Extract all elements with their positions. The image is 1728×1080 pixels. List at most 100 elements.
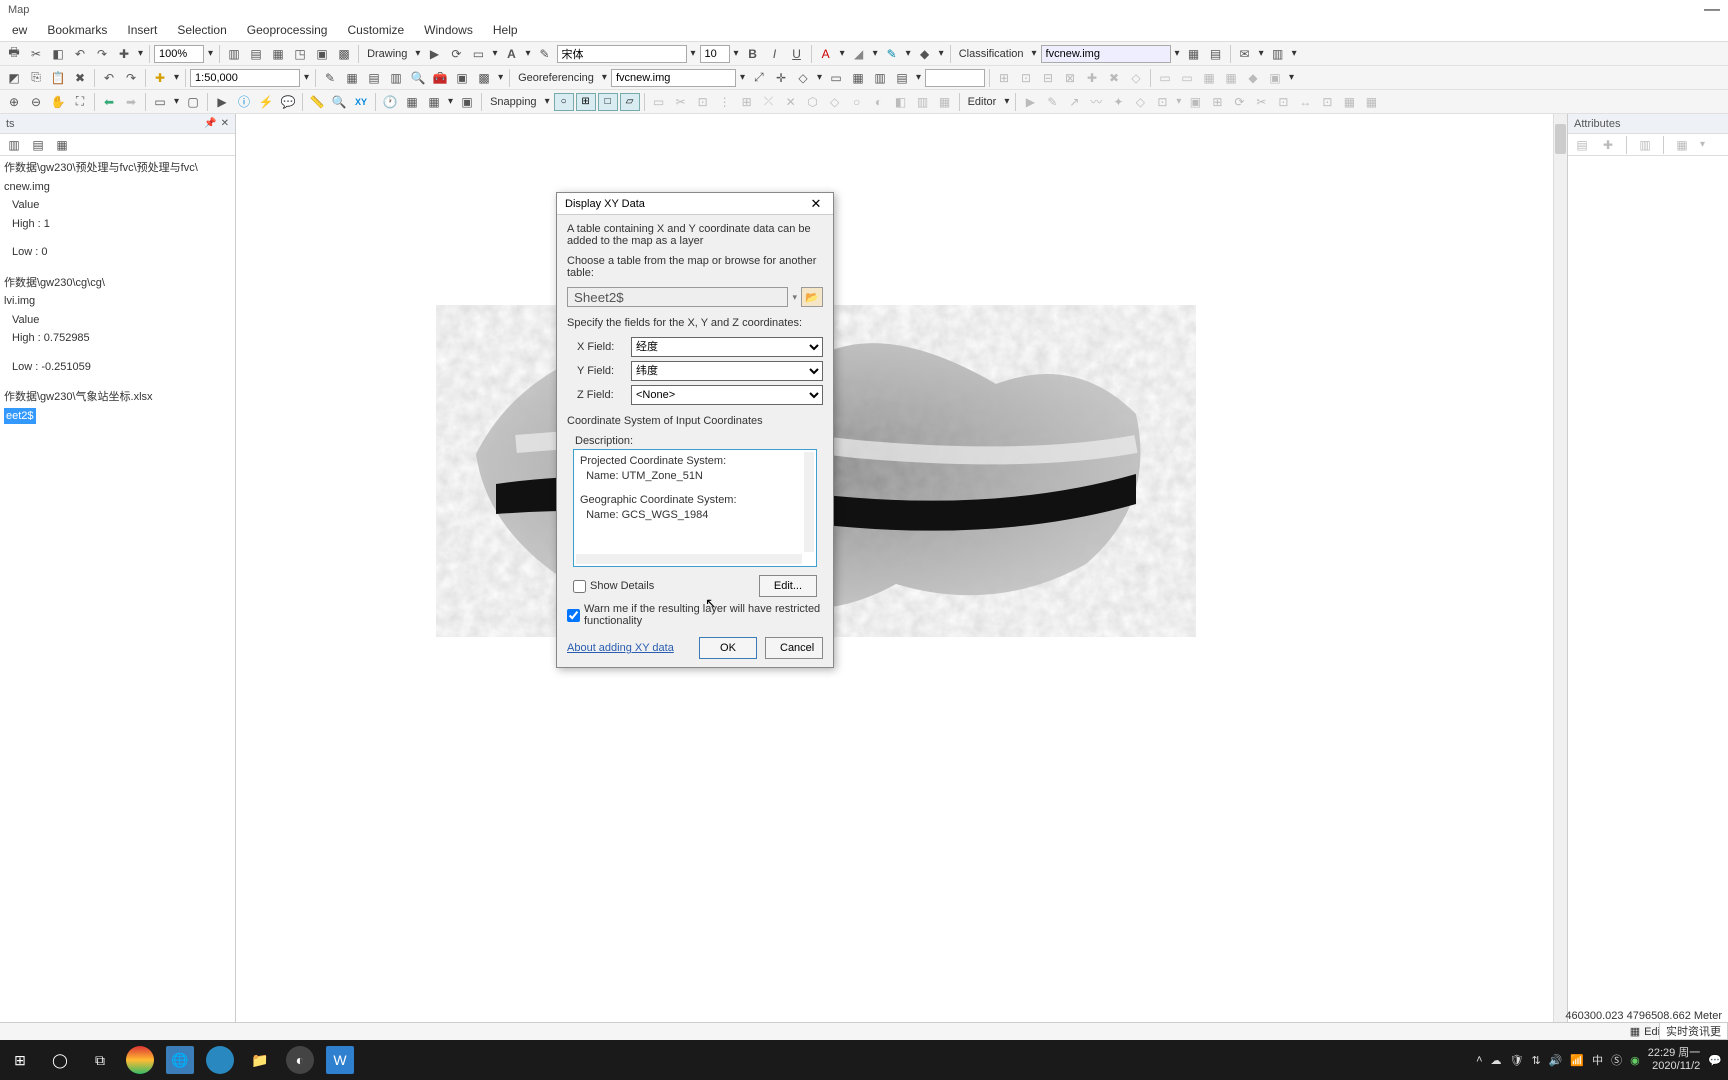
snapping-label[interactable]: Snapping — [486, 96, 541, 108]
drawing-label[interactable]: Drawing — [363, 48, 411, 60]
full-extent-icon[interactable]: ⛶ — [70, 92, 90, 112]
menu-view[interactable]: ew — [2, 20, 37, 41]
toc-path3[interactable]: 作数据\gw230\气象站坐标.xlsx — [4, 389, 231, 406]
python-icon[interactable]: ▣ — [452, 68, 472, 88]
et3-icon[interactable]: ⊡ — [693, 92, 713, 112]
select-features-icon[interactable]: ▭ — [150, 92, 170, 112]
et7-icon[interactable]: ✕ — [781, 92, 801, 112]
browse-button[interactable]: 📂 — [801, 287, 823, 307]
pointer-icon[interactable]: ▶ — [212, 92, 232, 112]
line-color-icon[interactable]: ✎ — [882, 44, 902, 64]
gt9-icon[interactable]: ▭ — [1177, 68, 1197, 88]
notification-icon[interactable]: 💬 — [1708, 1054, 1722, 1067]
cancel-button[interactable]: Cancel — [765, 637, 823, 659]
ed13-icon[interactable]: ↔ — [1295, 92, 1315, 112]
et14-icon[interactable]: ▦ — [935, 92, 955, 112]
geo-tool3-icon[interactable]: ◇ — [793, 68, 813, 88]
et1-icon[interactable]: ▭ — [649, 92, 669, 112]
ed4-icon[interactable]: 〰 — [1086, 92, 1106, 112]
gt2-icon[interactable]: ⊡ — [1016, 68, 1036, 88]
snap-vertex-icon[interactable]: □ — [598, 93, 618, 111]
overview-icon[interactable]: ▣ — [457, 92, 477, 112]
geo-tool4-icon[interactable]: ▭ — [826, 68, 846, 88]
chrome-icon[interactable] — [126, 1046, 154, 1074]
show-details-checkbox[interactable]: Show Details — [573, 580, 654, 593]
scale-input[interactable] — [190, 69, 300, 87]
system-tray[interactable]: ˄ ☁ 🛡 ⇅ 🔊 📶 中 Ⓢ ◉ 22:29 周一 2020/11/2 💬 — [1476, 1047, 1722, 1073]
gt3-icon[interactable]: ⊟ — [1038, 68, 1058, 88]
plus-icon[interactable]: ✚ — [114, 44, 134, 64]
list-by-drawing-icon[interactable]: ▥ — [4, 135, 24, 155]
classification-label[interactable]: Classification — [955, 48, 1028, 60]
toc-sheet-selected[interactable]: eet2$ — [4, 408, 36, 425]
y-field-select[interactable]: 纬度 — [631, 361, 823, 381]
drawing-dropdown-icon[interactable]: ▾ — [413, 48, 422, 59]
ed10-icon[interactable]: ⟳ — [1229, 92, 1249, 112]
z-field-select[interactable]: <None> — [631, 385, 823, 405]
ed9-icon[interactable]: ⊞ — [1207, 92, 1227, 112]
zoom-out-icon[interactable]: ⊖ — [26, 92, 46, 112]
font-color-icon[interactable]: A — [816, 44, 836, 64]
edit-button[interactable]: Edit... — [759, 575, 817, 597]
table-select[interactable] — [567, 287, 788, 307]
marker-color-icon[interactable]: ◆ — [915, 44, 935, 64]
edit-text-icon[interactable]: ✎ — [535, 44, 555, 64]
gt5-icon[interactable]: ✚ — [1082, 68, 1102, 88]
geo-tool6-icon[interactable]: ▥ — [870, 68, 890, 88]
text-icon[interactable]: A — [501, 44, 521, 64]
et12-icon[interactable]: ◧ — [891, 92, 911, 112]
menu-geoprocessing[interactable]: Geoprocessing — [237, 20, 338, 41]
toc-path1[interactable]: 作数据\gw230\预处理与fvc\预处理与fvc\ — [4, 160, 231, 177]
search-taskbar-icon[interactable]: ◯ — [46, 1046, 74, 1074]
zoom-input[interactable] — [154, 45, 204, 63]
snap-end-icon[interactable]: ⊞ — [576, 93, 596, 111]
rect-icon[interactable]: ▭ — [468, 44, 488, 64]
prev-extent-icon[interactable]: ⬅ — [99, 92, 119, 112]
desc-scrollbar-h[interactable] — [576, 554, 802, 564]
menu-customize[interactable]: Customize — [337, 20, 414, 41]
t2-icon-1[interactable]: ◩ — [4, 68, 24, 88]
add-data-icon[interactable]: ✚ — [150, 68, 170, 88]
viewer2-icon[interactable]: ▦ — [424, 92, 444, 112]
geo-tool7-icon[interactable]: ▤ — [892, 68, 912, 88]
et4-icon[interactable]: ⋮ — [715, 92, 735, 112]
clear-selection-icon[interactable]: ▢ — [183, 92, 203, 112]
gt11-icon[interactable]: ▦ — [1221, 68, 1241, 88]
html-popup-icon[interactable]: 💬 — [278, 92, 298, 112]
arcmap-icon[interactable]: 🌐 — [166, 1046, 194, 1074]
bold-icon[interactable]: B — [743, 44, 763, 64]
geo-value-input[interactable] — [925, 69, 985, 87]
ed14-icon[interactable]: ⊡ — [1317, 92, 1337, 112]
editor-toolbar-icon[interactable]: ✎ — [320, 68, 340, 88]
zoom-in-icon[interactable]: ⊕ — [4, 92, 24, 112]
ed8-icon[interactable]: ▣ — [1185, 92, 1205, 112]
snap-point-icon[interactable]: ○ — [554, 93, 574, 111]
gt12-icon[interactable]: ◆ — [1243, 68, 1263, 88]
gt4-icon[interactable]: ⊠ — [1060, 68, 1080, 88]
copy-icon[interactable]: ⎘ — [26, 68, 46, 88]
x-field-select[interactable]: 经度 — [631, 337, 823, 357]
font-size-input[interactable] — [700, 45, 730, 63]
attr-tool1-icon[interactable]: ▤ — [1572, 135, 1592, 155]
et13-icon[interactable]: ▥ — [913, 92, 933, 112]
find-icon[interactable]: 🔍 — [329, 92, 349, 112]
font-name-input[interactable] — [557, 45, 687, 63]
et9-icon[interactable]: ◇ — [825, 92, 845, 112]
start-button[interactable]: ⊞ — [6, 1046, 34, 1074]
et8-icon[interactable]: ⬡ — [803, 92, 823, 112]
ed11-icon[interactable]: ✂ — [1251, 92, 1271, 112]
catalog-icon[interactable]: ▥ — [386, 68, 406, 88]
et2-icon[interactable]: ✂ — [671, 92, 691, 112]
dropdown-icon[interactable]: ▾ — [136, 48, 145, 59]
about-xy-link[interactable]: About adding XY data — [567, 642, 674, 654]
next-extent-icon[interactable]: ➡ — [121, 92, 141, 112]
toc-path2[interactable]: 作数据\gw230\cg\cg\ — [4, 275, 231, 292]
tray-usb-icon[interactable]: ⇅ — [1531, 1054, 1540, 1067]
toc-layer2[interactable]: lvi.img — [4, 293, 231, 310]
tool1-icon[interactable]: ◧ — [48, 44, 68, 64]
et6-icon[interactable]: ⤫ — [759, 92, 779, 112]
tool-b-icon[interactable]: ▤ — [246, 44, 266, 64]
et11-icon[interactable]: ◐ — [869, 92, 889, 112]
menu-insert[interactable]: Insert — [117, 20, 167, 41]
underline-icon[interactable]: U — [787, 44, 807, 64]
